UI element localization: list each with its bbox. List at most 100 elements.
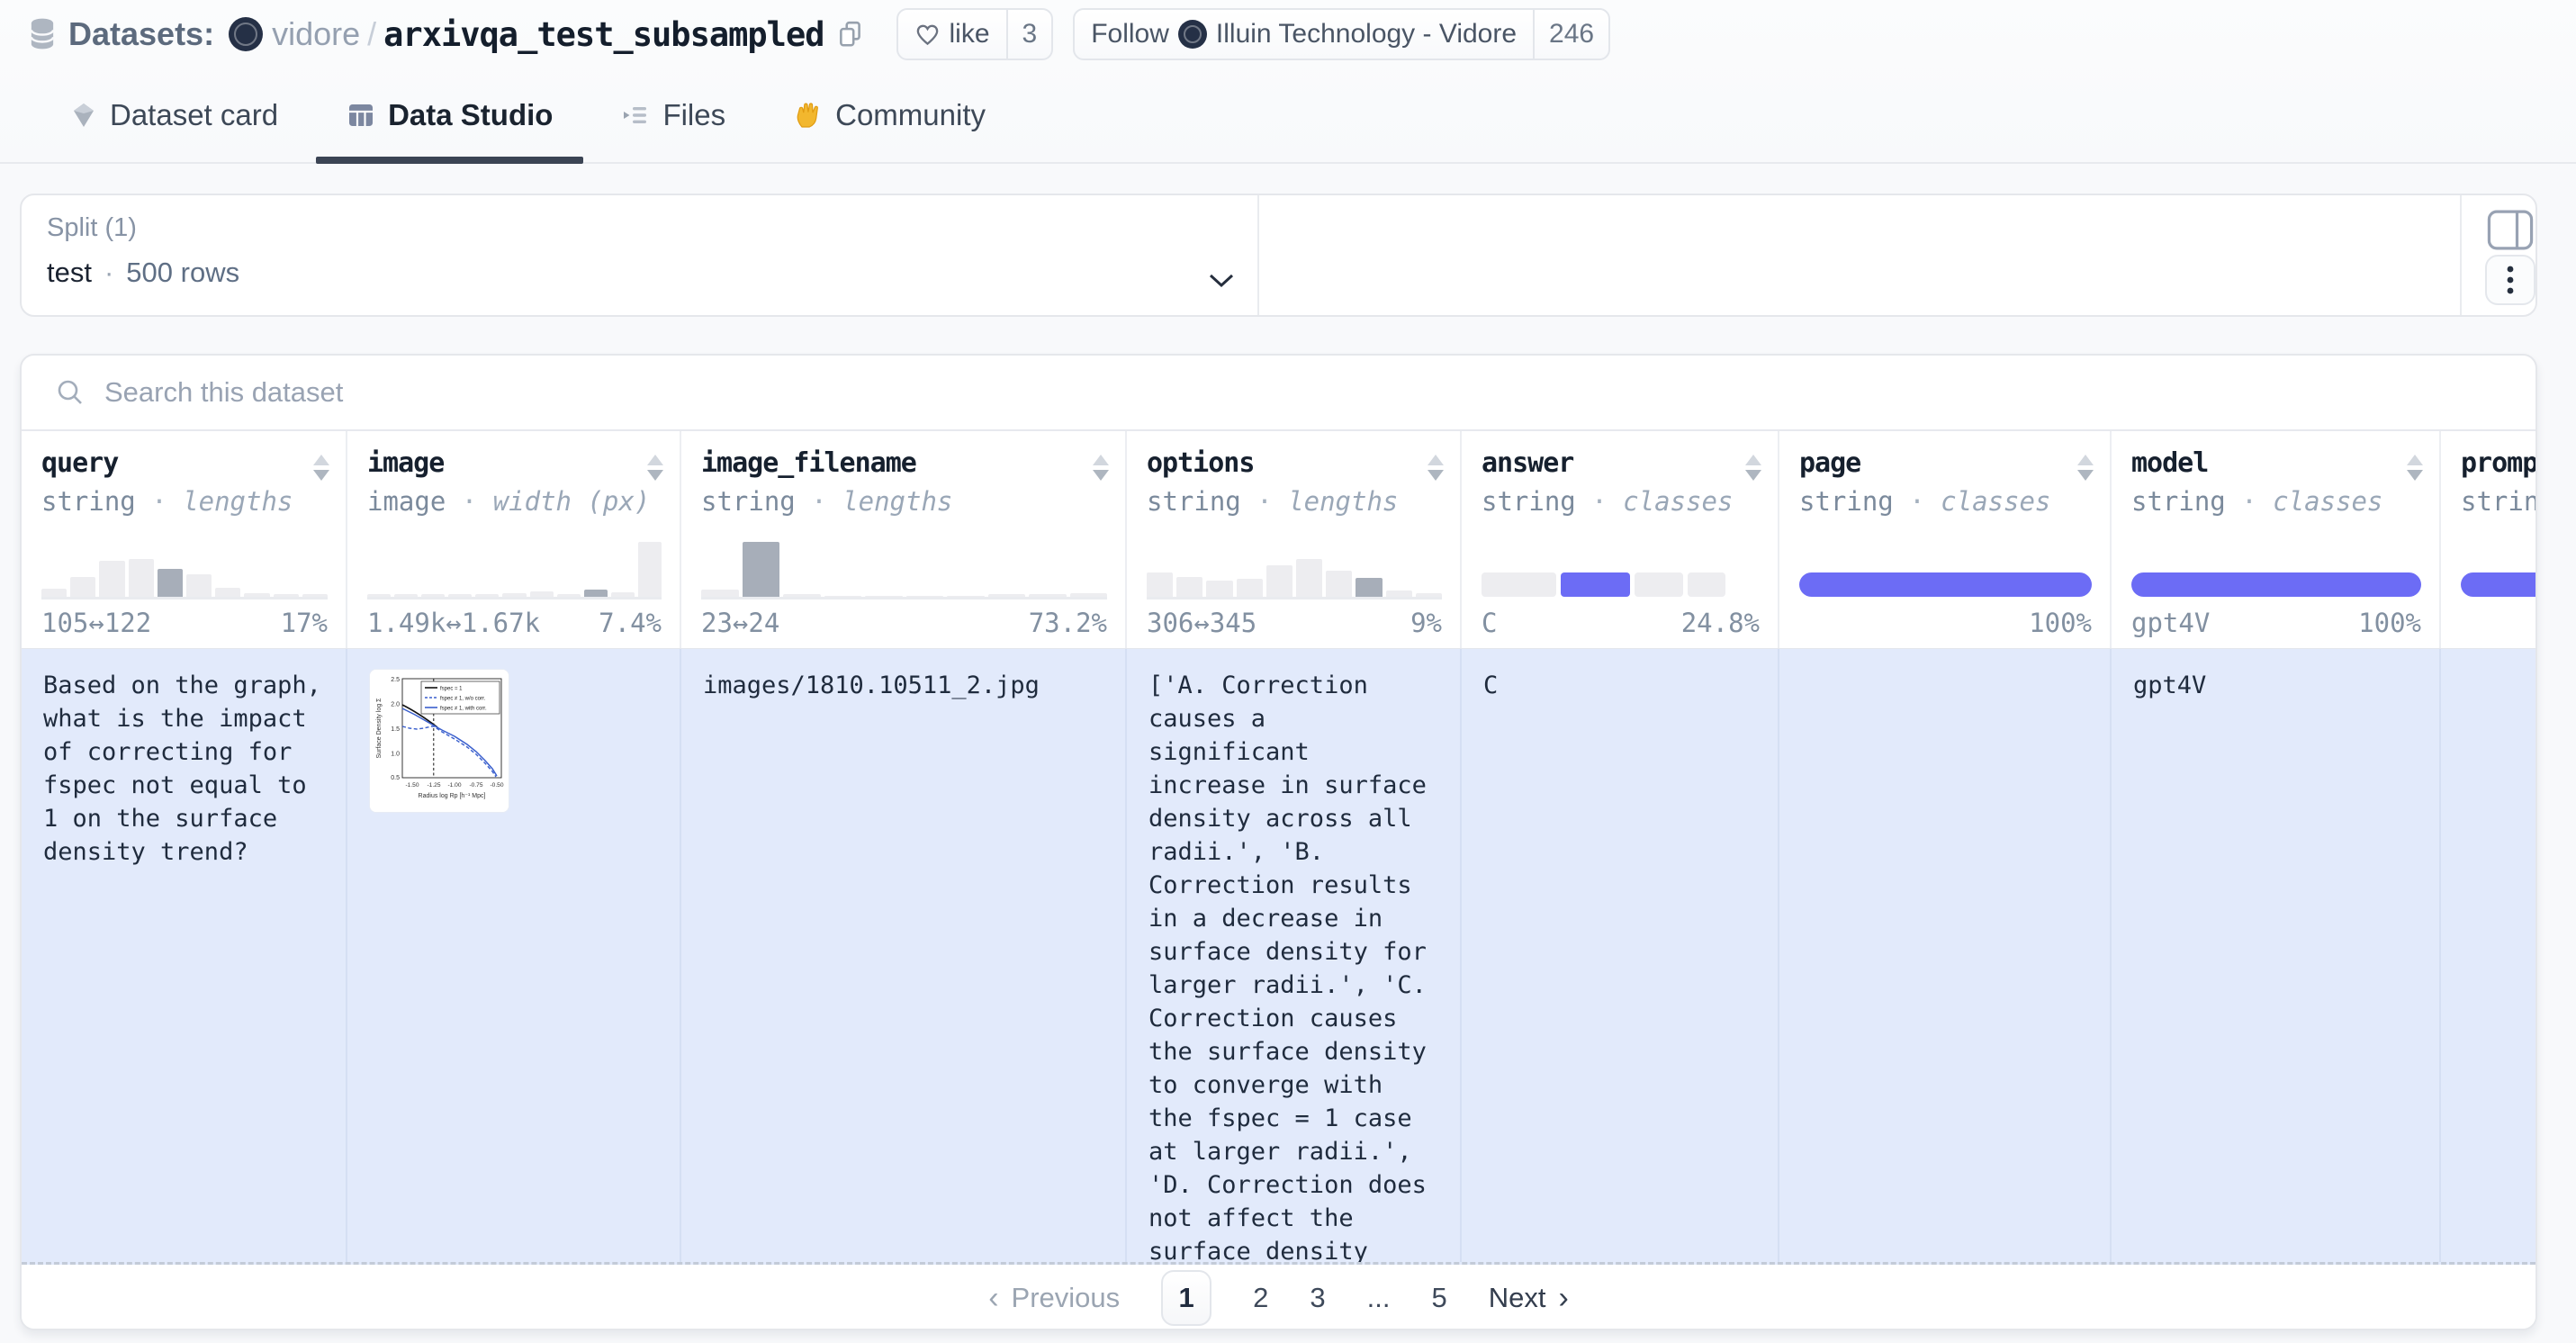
column-header-query[interactable]: querystring · lengths105↔12217%: [22, 431, 347, 648]
column-type: string · lengths: [41, 486, 328, 517]
cell-options[interactable]: ['A. Correction causes a significant inc…: [1127, 649, 1462, 1262]
sort-arrows-icon[interactable]: [1428, 455, 1444, 481]
datasets-label: Datasets:: [68, 15, 214, 53]
breadcrumb: Datasets: vidore / arxivqa_test_subsampl…: [0, 0, 2576, 68]
cell-query[interactable]: Based on the graph, what is the impact o…: [22, 649, 347, 1262]
svg-text:-0.50: -0.50: [490, 782, 503, 789]
split-config-panel: Split (1) test · 500 rows: [20, 194, 2537, 317]
cell-prompt[interactable]: [2441, 649, 2537, 1262]
cell-model[interactable]: gpt4V: [2112, 649, 2441, 1262]
column-distribution[interactable]: [1147, 539, 1442, 599]
like-count[interactable]: 3: [1006, 10, 1052, 59]
column-name: image_filename: [701, 447, 1107, 479]
page-header: Datasets: vidore / arxivqa_test_subsampl…: [0, 0, 2576, 164]
files-icon: [621, 101, 650, 130]
column-layout-icon[interactable]: [2487, 210, 2534, 250]
svg-text:Radius log Rp [h⁻¹ Mpc]: Radius log Rp [h⁻¹ Mpc]: [419, 793, 486, 799]
column-distribution[interactable]: [701, 539, 1107, 599]
column-type: string · classes: [2131, 486, 2421, 517]
column-stats: C24.8%: [1482, 608, 1760, 638]
column-header-page[interactable]: pagestring · classes100%: [1779, 431, 2112, 648]
split-name: test: [47, 257, 92, 289]
column-header-answer[interactable]: answer string · classes C24.8%: [1462, 431, 1779, 648]
column-header-prompt[interactable]: promptstring: [2441, 431, 2537, 648]
column-name: model: [2131, 447, 2421, 479]
sort-arrows-icon[interactable]: [647, 455, 663, 481]
svg-text:Surface Density log Σ: Surface Density log Σ: [376, 698, 383, 759]
pagination-page-1[interactable]: 1: [1161, 1270, 1211, 1326]
tab-files[interactable]: Files: [590, 68, 756, 162]
cell-text: Based on the graph, what is the impact o…: [43, 669, 324, 869]
svg-text:-1.25: -1.25: [427, 782, 440, 789]
column-distribution[interactable]: [1799, 539, 2092, 597]
sort-arrows-icon[interactable]: [1745, 455, 1761, 481]
column-header-model[interactable]: modelstring · classesgpt4V100%: [2112, 431, 2441, 648]
cell-image[interactable]: 2.5 2.0 1.5 1.0 0.5 -1.50 -1.25 -1.00 -0…: [347, 649, 681, 1262]
column-name: image: [367, 447, 662, 479]
table-row[interactable]: Based on the graph, what is the impact o…: [22, 649, 2535, 1265]
pagination-previous[interactable]: ‹ Previous: [988, 1281, 1120, 1316]
org-avatar: [1178, 20, 1207, 49]
svg-text:-1.50: -1.50: [405, 782, 419, 789]
svg-text:fspec ≠ 1, w/o corr.: fspec ≠ 1, w/o corr.: [440, 697, 486, 702]
column-distribution[interactable]: [2461, 539, 2537, 597]
kebab-icon: [2506, 265, 2515, 295]
column-distribution[interactable]: [1482, 539, 1760, 597]
like-button[interactable]: like 3: [896, 8, 1054, 60]
copy-icon[interactable]: [837, 20, 864, 49]
svg-text:fspec ≠ 1, with corr.: fspec ≠ 1, with corr.: [440, 707, 487, 712]
column-header-image[interactable]: imageimage · width (px)1.49k↔1.67k7.4%: [347, 431, 681, 648]
split-dot: ·: [104, 257, 113, 289]
svg-text:fspec = 1: fspec = 1: [440, 687, 463, 692]
pagination-page-5[interactable]: 5: [1431, 1282, 1446, 1314]
owner-avatar[interactable]: [229, 17, 263, 51]
svg-text:-0.75: -0.75: [469, 782, 482, 789]
pagination-page-2[interactable]: 2: [1253, 1282, 1268, 1314]
sort-arrows-icon[interactable]: [2077, 455, 2094, 481]
pagination-next[interactable]: Next ›: [1489, 1281, 1569, 1316]
column-name: options: [1147, 447, 1442, 479]
pagination: ‹ Previous 1 2 3 ... 5 Next ›: [22, 1265, 2535, 1330]
column-type: string: [2461, 486, 2537, 517]
tab-data-studio[interactable]: Data Studio: [316, 68, 583, 162]
split-selector[interactable]: Split (1) test · 500 rows: [22, 195, 1259, 315]
cell-page[interactable]: [1779, 649, 2112, 1262]
heart-icon: [914, 22, 941, 47]
column-type: string · classes: [1482, 486, 1760, 517]
column-name: page: [1799, 447, 2092, 479]
tab-dataset-card[interactable]: Dataset card: [40, 68, 309, 162]
svg-text:1.5: 1.5: [391, 726, 400, 733]
column-distribution[interactable]: [367, 539, 662, 599]
column-stats: 1.49k↔1.67k7.4%: [367, 608, 662, 638]
column-stats: 306↔3459%: [1147, 608, 1442, 638]
column-header-options[interactable]: optionsstring · lengths306↔3459%: [1127, 431, 1462, 648]
cell-answer[interactable]: C: [1462, 649, 1779, 1262]
follower-count[interactable]: 246: [1533, 10, 1608, 59]
cell-text: gpt4V: [2133, 669, 2418, 702]
search-input[interactable]: [103, 375, 1546, 410]
split-count-label: Split (1): [47, 213, 137, 243]
column-distribution[interactable]: [41, 539, 328, 599]
tab-community[interactable]: Community: [763, 68, 1016, 162]
svg-text:0.5: 0.5: [391, 775, 400, 781]
sort-arrows-icon[interactable]: [1093, 455, 1109, 481]
sort-arrows-icon[interactable]: [313, 455, 329, 481]
column-name: answer: [1482, 447, 1760, 479]
breadcrumb-owner-link[interactable]: vidore: [272, 15, 360, 53]
column-distribution[interactable]: [2131, 539, 2421, 597]
follow-button[interactable]: Follow Illuin Technology - Vidore 246: [1073, 8, 1610, 60]
panel-divider: [1257, 195, 1259, 315]
column-stats: 105↔12217%: [41, 608, 328, 638]
cell-text: images/1810.10511_2.jpg: [703, 669, 1103, 702]
panel-divider: [2460, 195, 2462, 315]
sort-arrows-icon[interactable]: [2407, 455, 2423, 481]
row-image-thumbnail[interactable]: 2.5 2.0 1.5 1.0 0.5 -1.50 -1.25 -1.00 -0…: [369, 669, 509, 813]
search-icon: [56, 378, 85, 407]
dataset-title[interactable]: arxivqa_test_subsampled: [383, 15, 824, 54]
more-options-button[interactable]: [2485, 255, 2535, 305]
cell-image_filename[interactable]: images/1810.10511_2.jpg: [681, 649, 1127, 1262]
pagination-page-3[interactable]: 3: [1310, 1282, 1325, 1314]
chevron-down-icon: [1208, 273, 1235, 289]
column-header-image_filename[interactable]: image_filenamestring · lengths23↔2473.2%: [681, 431, 1127, 648]
database-icon: [27, 17, 58, 51]
